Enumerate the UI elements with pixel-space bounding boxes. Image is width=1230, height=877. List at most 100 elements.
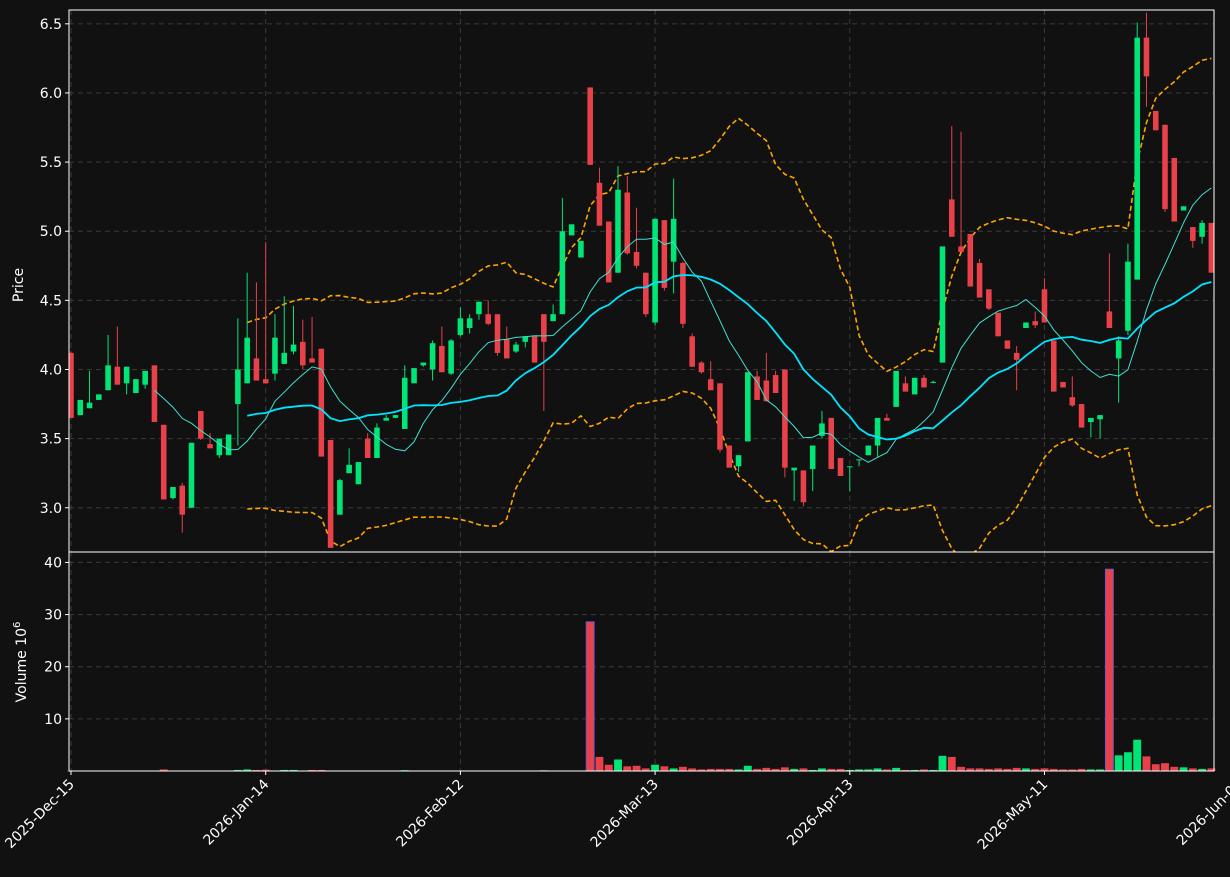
volume-bar [1123, 752, 1132, 771]
candle-body [401, 377, 408, 429]
volume-bar [614, 759, 622, 771]
volume-bar [651, 764, 660, 771]
candle-body [550, 314, 556, 322]
volume-bar [660, 766, 669, 771]
candle-body [856, 459, 862, 461]
candle [1171, 157, 1178, 222]
chart-background [0, 0, 1230, 873]
candle [216, 438, 223, 458]
candle-body [225, 434, 232, 456]
candle [1134, 22, 1140, 280]
candle-body [531, 336, 538, 363]
candle-body [967, 233, 974, 287]
candle [448, 339, 454, 376]
price-tick-label: 6.5 [40, 17, 62, 33]
volume-bar [1151, 764, 1160, 771]
candle-body [170, 487, 176, 499]
candle-body [1041, 289, 1048, 323]
candle-body [1032, 321, 1038, 326]
candle-body [624, 192, 631, 254]
price-tick-label: 5.5 [40, 155, 62, 171]
candle [1180, 206, 1187, 211]
volume-bar [1170, 766, 1179, 771]
price-tick-label: 6.0 [40, 86, 62, 102]
candle-body [837, 457, 844, 476]
volume-axis-label: Volume 106 [12, 622, 30, 703]
candle-body [160, 424, 167, 500]
candle [1050, 340, 1057, 392]
volume-tick-label: 40 [44, 555, 62, 571]
candle-body [847, 466, 853, 468]
volume-bar [957, 766, 965, 771]
candle-body [939, 246, 946, 363]
candle-body [578, 240, 584, 258]
candle [578, 240, 584, 258]
candle-body [1115, 340, 1122, 359]
candle [170, 487, 176, 500]
candle-body [1162, 124, 1168, 210]
candle [828, 417, 835, 470]
candle-body [958, 246, 964, 252]
candle-body [337, 480, 343, 515]
candle-body [364, 438, 371, 458]
candle-body [253, 358, 260, 381]
candle-body [726, 445, 733, 468]
volume-bar [678, 766, 687, 771]
candle-body [179, 485, 186, 515]
candle-body [1152, 110, 1159, 131]
candle-body [77, 399, 84, 416]
candle-body [420, 362, 427, 366]
candle [225, 434, 232, 456]
candle-body [244, 337, 250, 384]
candle-body [596, 182, 603, 226]
price-tick-label: 3.0 [40, 501, 62, 517]
candle [411, 368, 417, 384]
volume-bar [938, 755, 947, 771]
candle [392, 415, 399, 418]
candle-body [188, 442, 195, 508]
candle [327, 440, 334, 548]
candle-body [587, 87, 593, 165]
candle-body [1004, 340, 1011, 349]
candle-body [1180, 206, 1187, 211]
candle-body [290, 344, 297, 352]
volume-axis-label-exponent-power: 6 [12, 622, 23, 628]
candle [726, 445, 733, 468]
candle [151, 365, 158, 423]
candle-body [652, 218, 658, 323]
candle-body [643, 272, 649, 315]
candle-body [1050, 340, 1057, 392]
candle-body [865, 445, 872, 456]
candle [995, 312, 1001, 337]
candle [837, 457, 844, 476]
candle [865, 445, 872, 456]
candle-body [1134, 37, 1140, 280]
candle-body [828, 417, 835, 470]
chart-svg: 3.03.54.04.55.05.56.06.5 10203040 2025-D… [0, 0, 1230, 873]
candle [374, 423, 380, 458]
candle-body [262, 379, 269, 384]
candle-body [568, 224, 575, 236]
candle [717, 383, 723, 453]
candle-body [281, 352, 288, 364]
candle [643, 272, 649, 317]
candle-body [995, 312, 1001, 337]
candle [745, 372, 751, 442]
candle-body [809, 445, 816, 470]
candle-body [1106, 311, 1113, 329]
candle [318, 348, 325, 457]
volume-axis-label-exponent-base: 10 [14, 628, 30, 646]
candle-body [921, 377, 927, 388]
candle-body [142, 370, 148, 385]
candle [1060, 381, 1066, 388]
volume-bar [1161, 763, 1169, 771]
volume-bar [595, 756, 604, 771]
volume-bar [632, 765, 641, 771]
candle-body [457, 318, 464, 335]
candle-body [327, 440, 334, 548]
candle-body [1199, 222, 1205, 237]
candle-body [300, 341, 306, 366]
candle [1152, 110, 1159, 131]
price-tick-label: 4.0 [40, 362, 62, 378]
volume-tick-label: 30 [44, 608, 62, 624]
